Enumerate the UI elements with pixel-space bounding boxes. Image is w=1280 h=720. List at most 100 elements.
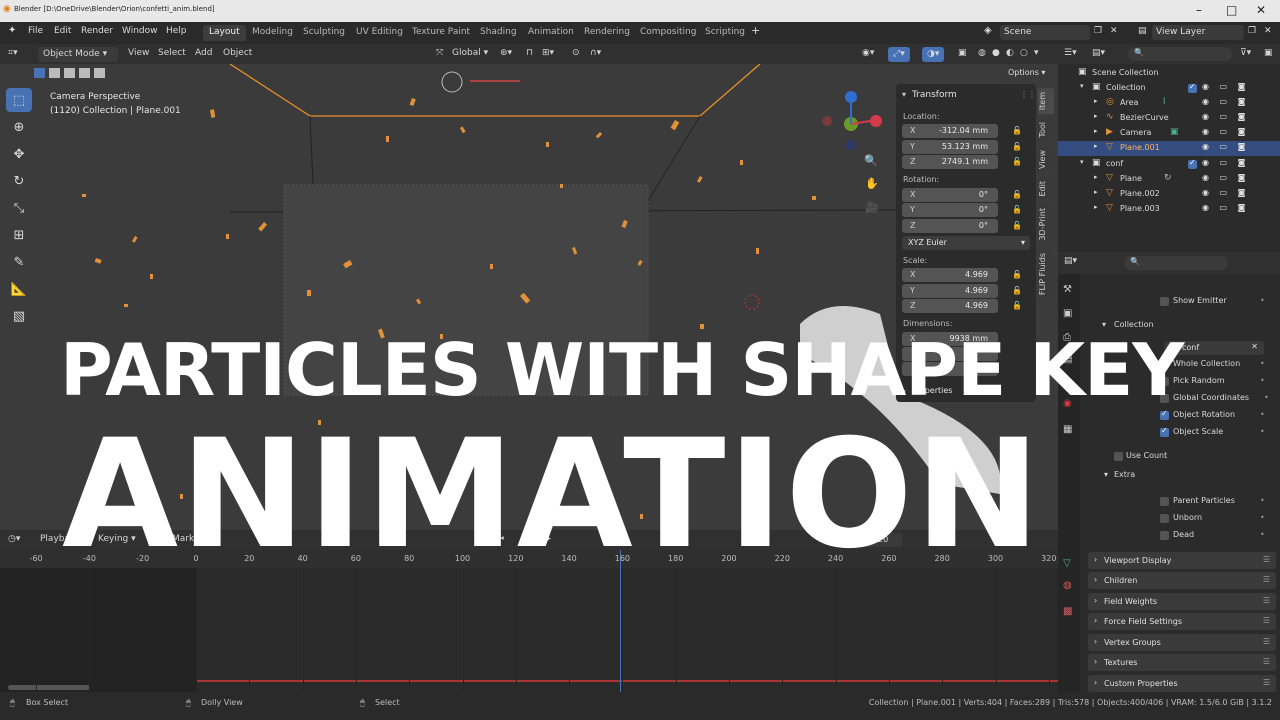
- use-count-checkbox[interactable]: [1114, 452, 1123, 461]
- panel-grip-icon[interactable]: ⋮⋮: [1020, 90, 1036, 99]
- collapse-chevron-icon[interactable]: ▾: [902, 90, 906, 99]
- visibility-toggles[interactable]: ◉ ▭ ◙: [1202, 188, 1249, 197]
- menu-view[interactable]: View: [128, 48, 149, 58]
- dead-checkbox[interactable]: [1160, 531, 1169, 540]
- xray-icon[interactable]: ▣: [958, 48, 967, 58]
- tab-compositing[interactable]: Compositing: [634, 25, 702, 41]
- keyframe-dot-icon[interactable]: •: [1264, 393, 1269, 402]
- panel-children[interactable]: › Children ☰: [1088, 572, 1276, 589]
- wireframe-shading-icon[interactable]: ◍: [978, 48, 986, 58]
- outliner-row[interactable]: ▸ ▶ Camera ▣ ◉ ▭ ◙: [1058, 126, 1280, 141]
- clear-field-icon[interactable]: ✕: [1251, 342, 1258, 351]
- outliner-row-scene-collection[interactable]: ▣ Scene Collection: [1058, 66, 1280, 81]
- panel-grip-icon[interactable]: ☰: [1263, 678, 1270, 687]
- delete-scene-icon[interactable]: ✕: [1110, 26, 1118, 36]
- scale-y-field[interactable]: Y 4.969: [902, 284, 998, 298]
- keyframe-dot-icon[interactable]: •: [1260, 496, 1265, 505]
- visibility-toggles[interactable]: ◉ ▭ ◙: [1202, 127, 1249, 136]
- close-icon[interactable]: ✕: [1256, 3, 1266, 17]
- panel-textures[interactable]: › Textures ☰: [1088, 654, 1276, 671]
- rotation-y-field[interactable]: Y 0°: [902, 203, 998, 217]
- object-rotation-checkbox[interactable]: [1160, 409, 1169, 420]
- render-properties-icon[interactable]: ▣: [1063, 308, 1072, 319]
- expand-chevron-icon[interactable]: ▸: [1094, 142, 1098, 150]
- lock-icon[interactable]: 🔓: [1012, 301, 1022, 310]
- menu-object[interactable]: Object: [223, 48, 252, 58]
- display-mode-icon[interactable]: ▤▾: [1092, 48, 1105, 58]
- texture-properties-icon[interactable]: ▩: [1063, 606, 1072, 617]
- visibility-toggles[interactable]: ◉ ▭ ◙: [1202, 142, 1249, 151]
- transform-tool-icon[interactable]: ⊞: [6, 223, 32, 247]
- scale-tool-icon[interactable]: ⤡: [6, 196, 32, 220]
- minimize-icon[interactable]: –: [1196, 3, 1202, 17]
- lock-icon[interactable]: 🔓: [1012, 221, 1022, 230]
- tab-sculpting[interactable]: Sculpting: [297, 25, 351, 41]
- expand-chevron-icon[interactable]: ▸: [1094, 112, 1098, 120]
- add-workspace-icon[interactable]: +: [751, 24, 760, 37]
- blender-menu-icon[interactable]: ✦: [8, 25, 16, 36]
- panel-vertex-groups[interactable]: › Vertex Groups ☰: [1088, 634, 1276, 651]
- expand-chevron-icon[interactable]: ▾: [1080, 82, 1084, 90]
- extra-subpanel-title[interactable]: Extra: [1114, 470, 1135, 479]
- visibility-toggles[interactable]: ◉ ▭ ◙: [1202, 203, 1249, 212]
- rotation-mode-select[interactable]: XYZ Euler ▾: [902, 236, 1030, 250]
- proportional-edit-icon[interactable]: ⊙: [572, 48, 580, 58]
- outliner-row[interactable]: ▸ ▽ Plane.002 ◉ ▭ ◙: [1058, 187, 1280, 202]
- outliner-row[interactable]: ▾ ▣ Collection ◉ ▭ ◙: [1058, 81, 1280, 96]
- solid-shading-icon[interactable]: ●: [992, 48, 1000, 58]
- timeline-editor-icon[interactable]: ◷▾: [8, 534, 20, 544]
- outliner-row[interactable]: ▸ ▽ Plane ↻ ◉ ▭ ◙: [1058, 172, 1280, 187]
- tab-layout[interactable]: Layout: [203, 25, 246, 41]
- tab-item[interactable]: Item: [1038, 88, 1054, 115]
- falloff-icon[interactable]: ∩▾: [590, 48, 601, 58]
- visibility-icon[interactable]: ◉▾: [862, 48, 874, 58]
- keyframe-dot-icon[interactable]: •: [1260, 376, 1265, 385]
- menu-add[interactable]: Add: [195, 48, 212, 58]
- object-scale-checkbox[interactable]: [1160, 426, 1169, 437]
- tab-uv-editing[interactable]: UV Editing: [350, 25, 409, 41]
- annotate-tool-icon[interactable]: ✎: [6, 250, 32, 274]
- menu-file[interactable]: File: [28, 26, 43, 36]
- outliner-row[interactable]: ▾ ▣ conf ◉ ▭ ◙: [1058, 157, 1280, 172]
- panel-grip-icon[interactable]: ☰: [1263, 637, 1270, 646]
- tab-texture-paint[interactable]: Texture Paint: [406, 25, 476, 41]
- mesh-data-properties-icon[interactable]: ▽: [1063, 558, 1071, 569]
- new-collection-icon[interactable]: ▣: [1264, 48, 1273, 58]
- properties-search-input[interactable]: 🔍: [1124, 256, 1228, 270]
- location-z-field[interactable]: Z 2749.1 mm: [902, 155, 998, 169]
- tool-properties-icon[interactable]: ⚒: [1063, 284, 1072, 295]
- add-cube-tool-icon[interactable]: ▧: [6, 304, 32, 328]
- camera-view-icon[interactable]: 🎥: [865, 201, 879, 214]
- copy-scene-icon[interactable]: ❐: [1094, 26, 1102, 36]
- visibility-toggles[interactable]: ◉ ▭ ◙: [1202, 158, 1249, 167]
- pivot-icon[interactable]: ⊛▾: [500, 48, 512, 58]
- collection-exclude-checkbox[interactable]: [1188, 158, 1197, 169]
- keyframe-dot-icon[interactable]: •: [1260, 427, 1265, 436]
- shading-options-icon[interactable]: ▾: [1034, 48, 1039, 58]
- tab-animation[interactable]: Animation: [522, 25, 580, 41]
- timeline-scrollbar[interactable]: [8, 685, 90, 690]
- editor-type-icon[interactable]: ⌗▾: [8, 48, 18, 58]
- rotation-z-field[interactable]: Z 0°: [902, 219, 998, 233]
- tab-tool[interactable]: Tool: [1038, 118, 1054, 142]
- cursor-tool-icon[interactable]: ⊕: [6, 115, 32, 139]
- extra-subpanel-chevron-icon[interactable]: ▾: [1104, 470, 1108, 479]
- lock-icon[interactable]: 🔓: [1012, 205, 1022, 214]
- expand-chevron-icon[interactable]: ▸: [1094, 127, 1098, 135]
- menu-edit[interactable]: Edit: [54, 26, 71, 36]
- tab-3d-print[interactable]: 3D-Print: [1038, 204, 1054, 245]
- keyframe-dot-icon[interactable]: •: [1260, 530, 1265, 539]
- outliner-row-selected[interactable]: ▸ ▽ Plane.001 ◉ ▭ ◙: [1058, 141, 1280, 156]
- menu-window[interactable]: Window: [122, 26, 158, 36]
- scene-icon[interactable]: ◈: [984, 25, 992, 36]
- scene-selector[interactable]: Scene: [1000, 25, 1090, 40]
- panel-grip-icon[interactable]: ☰: [1263, 616, 1270, 625]
- move-tool-icon[interactable]: ✥: [6, 142, 32, 166]
- visibility-toggles[interactable]: ◉ ▭ ◙: [1202, 112, 1249, 121]
- visibility-toggles[interactable]: ◉ ▭ ◙: [1202, 97, 1249, 106]
- location-x-field[interactable]: X -312.04 mm: [902, 124, 998, 138]
- lock-icon[interactable]: 🔓: [1012, 157, 1022, 166]
- scale-z-field[interactable]: Z 4.969: [902, 299, 998, 313]
- lock-icon[interactable]: 🔓: [1012, 190, 1022, 199]
- outliner-row[interactable]: ▸ ◎ Area ⌇ ◉ ▭ ◙: [1058, 96, 1280, 111]
